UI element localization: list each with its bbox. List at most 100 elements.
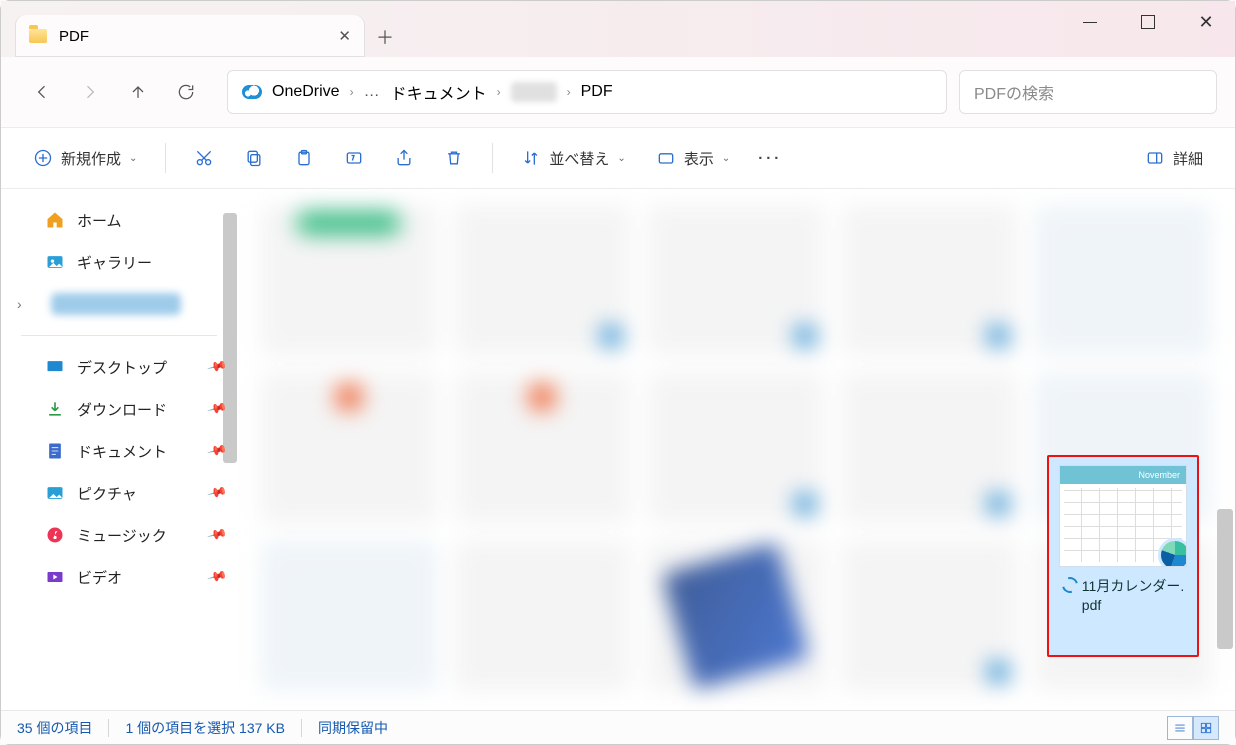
sidebar-divider xyxy=(21,335,217,336)
onedrive-icon xyxy=(242,85,262,99)
pin-icon[interactable]: 📌 xyxy=(206,356,228,378)
forward-button[interactable] xyxy=(67,69,113,115)
rename-button[interactable] xyxy=(332,138,376,178)
address-bar: OneDrive › … ドキュメント › › PDF PDFの検索 xyxy=(1,57,1235,127)
gallery-icon xyxy=(45,252,65,272)
delete-button[interactable] xyxy=(432,138,476,178)
breadcrumb-seg4[interactable]: PDF xyxy=(581,83,613,101)
chevron-down-icon: ⌄ xyxy=(129,153,137,164)
new-button-label: 新規作成 xyxy=(61,148,121,169)
pin-icon[interactable]: 📌 xyxy=(206,524,228,546)
sidebar-item-label: ピクチャ xyxy=(77,483,137,504)
sidebar-item-pictures[interactable]: ピクチャ 📌 xyxy=(1,472,237,514)
share-button[interactable] xyxy=(382,138,426,178)
file-name-line2: pdf xyxy=(1082,596,1184,615)
back-button[interactable] xyxy=(19,69,65,115)
view-button-label: 表示 xyxy=(684,148,714,169)
sidebar-item-documents[interactable]: ドキュメント 📌 xyxy=(1,430,237,472)
status-bar: 35 個の項目 1 個の項目を選択 137 KB 同期保留中 xyxy=(1,710,1235,744)
icon-view-button[interactable] xyxy=(1193,716,1219,740)
separator xyxy=(301,719,302,737)
redacted-label xyxy=(51,293,181,315)
file-pane[interactable]: November 11月カレンダー. pdf xyxy=(237,189,1235,710)
pin-icon[interactable]: 📌 xyxy=(206,566,228,588)
more-button[interactable]: ··· xyxy=(748,138,792,178)
breadcrumb[interactable]: OneDrive › … ドキュメント › › PDF xyxy=(227,70,947,114)
copy-button[interactable] xyxy=(232,138,276,178)
toolbar: 新規作成 ⌄ 並べ替え ⌄ 表示 ⌄ ··· 詳細 xyxy=(1,127,1235,189)
sidebar-item-gallery[interactable]: ギャラリー xyxy=(1,241,237,283)
body: ホーム ギャラリー デスクトップ 📌 ダウンロード 📌 ドキュメント 📌 ピクチ… xyxy=(1,189,1235,710)
window-controls: ✕ xyxy=(1061,1,1235,43)
new-tab-button[interactable]: ＋ xyxy=(365,17,405,57)
view-mode-switcher xyxy=(1167,716,1219,740)
chevron-icon[interactable]: › xyxy=(497,85,501,99)
sidebar-item-label: ホーム xyxy=(77,210,122,231)
sidebar-item-label: ドキュメント xyxy=(77,441,167,462)
sort-button[interactable]: 並べ替え ⌄ xyxy=(509,138,637,178)
cut-button[interactable] xyxy=(182,138,226,178)
sidebar-item-videos[interactable]: ビデオ 📌 xyxy=(1,556,237,598)
separator xyxy=(108,719,109,737)
breadcrumb-redacted[interactable] xyxy=(511,82,557,102)
new-button[interactable]: 新規作成 ⌄ xyxy=(21,138,149,178)
sidebar-item-label: デスクトップ xyxy=(77,357,167,378)
chevron-icon[interactable]: › xyxy=(567,85,571,99)
pin-icon[interactable]: 📌 xyxy=(206,482,228,504)
search-input[interactable]: PDFの検索 xyxy=(959,70,1217,114)
videos-icon xyxy=(45,567,65,587)
sidebar: ホーム ギャラリー デスクトップ 📌 ダウンロード 📌 ドキュメント 📌 ピクチ… xyxy=(1,189,237,710)
sync-icon xyxy=(1059,574,1081,596)
status-sync: 同期保留中 xyxy=(318,718,388,738)
close-window-button[interactable]: ✕ xyxy=(1177,1,1235,43)
sidebar-item-label: ビデオ xyxy=(77,567,122,588)
ellipsis-icon: ··· xyxy=(758,150,782,167)
sidebar-item-home[interactable]: ホーム xyxy=(1,199,237,241)
separator xyxy=(165,143,166,173)
status-item-count: 35 個の項目 xyxy=(17,718,92,738)
maximize-button[interactable] xyxy=(1119,1,1177,43)
view-button[interactable]: 表示 ⌄ xyxy=(644,138,742,178)
breadcrumb-seg2[interactable]: ドキュメント xyxy=(391,80,487,104)
pin-icon[interactable]: 📌 xyxy=(206,440,228,462)
thumbnail-header: November xyxy=(1060,466,1186,484)
up-button[interactable] xyxy=(115,69,161,115)
sidebar-item-label: ギャラリー xyxy=(77,252,152,273)
sidebar-item-downloads[interactable]: ダウンロード 📌 xyxy=(1,388,237,430)
paste-button[interactable] xyxy=(282,138,326,178)
details-button-label: 詳細 xyxy=(1173,148,1203,169)
refresh-button[interactable] xyxy=(163,69,209,115)
tab-pdf[interactable]: PDF ✕ xyxy=(15,15,365,57)
details-pane-button[interactable]: 詳細 xyxy=(1133,138,1215,178)
folder-icon xyxy=(29,29,47,43)
file-thumbnail: November xyxy=(1059,465,1187,567)
minimize-button[interactable] xyxy=(1061,1,1119,43)
documents-icon xyxy=(45,441,65,461)
pin-icon[interactable]: 📌 xyxy=(206,398,228,420)
desktop-icon xyxy=(45,357,65,377)
file-name: 11月カレンダー. pdf xyxy=(1062,577,1184,615)
close-tab-icon[interactable]: ✕ xyxy=(338,27,351,45)
sidebar-item-music[interactable]: ミュージック 📌 xyxy=(1,514,237,556)
sidebar-item-label: ダウンロード xyxy=(77,399,167,420)
edge-icon xyxy=(1158,538,1187,567)
search-placeholder: PDFの検索 xyxy=(974,80,1054,104)
home-icon xyxy=(45,210,65,230)
titlebar: PDF ✕ ＋ ✕ xyxy=(1,1,1235,57)
file-name-line1: 11月カレンダー. xyxy=(1082,577,1184,596)
list-view-button[interactable] xyxy=(1167,716,1193,740)
separator xyxy=(492,143,493,173)
download-icon xyxy=(45,399,65,419)
breadcrumb-root[interactable]: OneDrive xyxy=(272,83,340,101)
tab-title: PDF xyxy=(59,28,326,45)
chevron-icon[interactable]: › xyxy=(350,85,354,99)
file-item-selected[interactable]: November 11月カレンダー. pdf xyxy=(1047,455,1199,657)
status-selection: 1 個の項目を選択 137 KB xyxy=(125,718,285,738)
sort-button-label: 並べ替え xyxy=(549,148,609,169)
chevron-down-icon: ⌄ xyxy=(617,153,625,164)
sidebar-item-desktop[interactable]: デスクトップ 📌 xyxy=(1,346,237,388)
sidebar-item-redacted[interactable] xyxy=(1,283,237,325)
music-icon xyxy=(45,525,65,545)
breadcrumb-ellipsis[interactable]: … xyxy=(364,83,381,101)
main-scrollbar[interactable] xyxy=(1217,509,1233,649)
